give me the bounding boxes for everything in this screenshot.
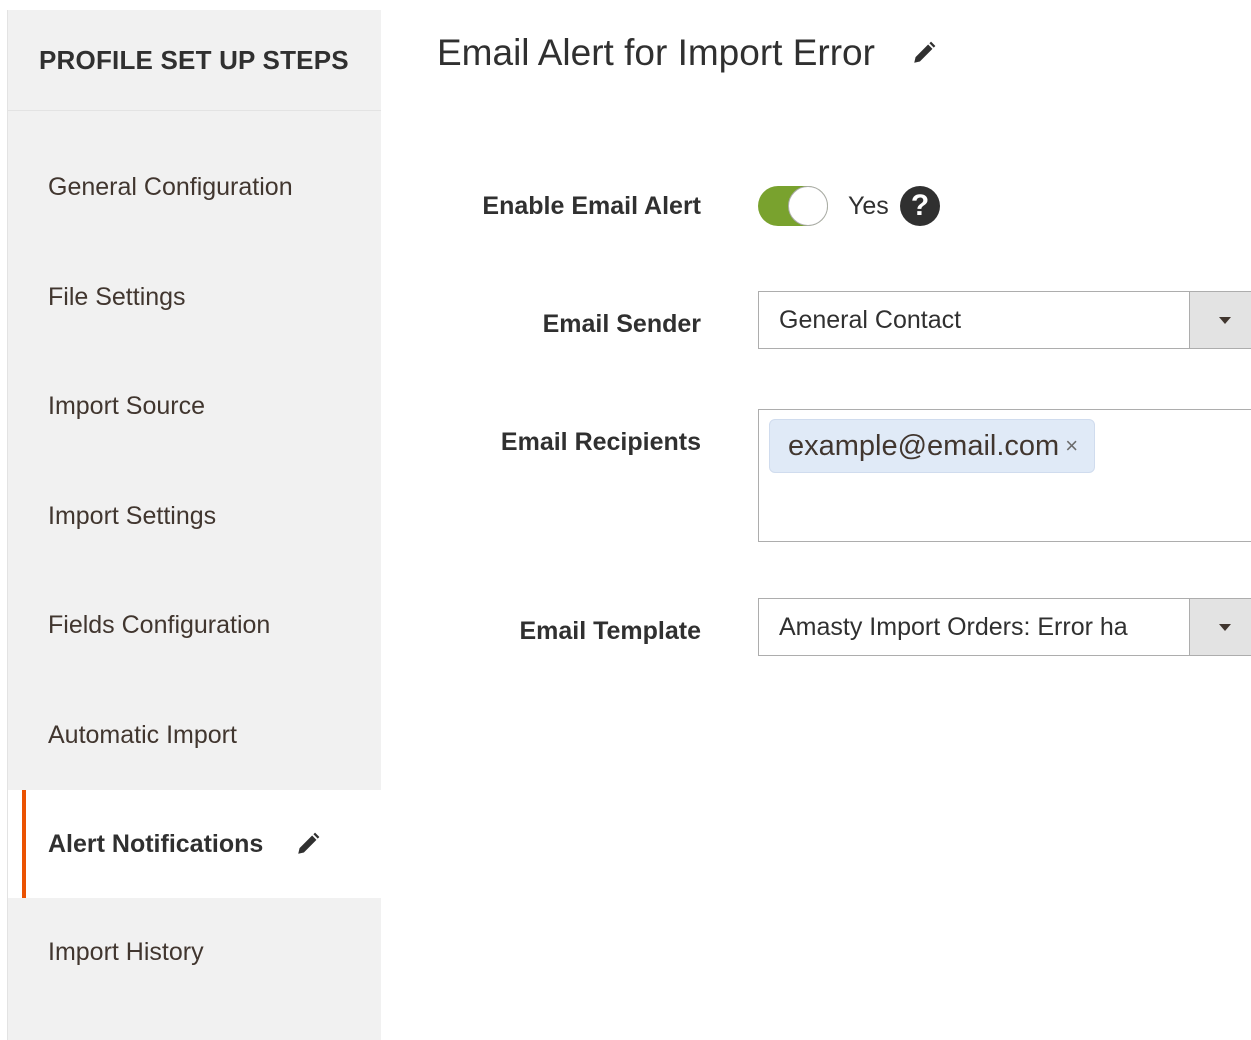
sidebar-item-label: File Settings (48, 282, 186, 311)
email-sender-value: General Contact (779, 305, 962, 334)
close-icon[interactable]: × (1065, 433, 1078, 459)
email-template-select[interactable]: Amasty Import Orders: Error ha (758, 598, 1251, 656)
sidebar-item-label: Import Source (48, 392, 206, 421)
steps-nav: General Configuration File Settings Impo… (8, 133, 381, 1008)
sidebar-item-import-settings[interactable]: Import Settings (8, 462, 381, 572)
sidebar-item-import-history[interactable]: Import History (8, 898, 381, 1008)
pencil-icon[interactable] (911, 40, 937, 66)
email-sender-select[interactable]: General Contact (758, 291, 1251, 349)
sidebar-item-label: Automatic Import (48, 720, 237, 749)
section-title-text: Email Alert for Import Error (437, 32, 875, 73)
sidebar-item-label: Import History (48, 938, 204, 967)
sidebar-title: PROFILE SET UP STEPS (8, 10, 381, 111)
email-template-label: Email Template (519, 617, 701, 645)
profile-steps-sidebar: PROFILE SET UP STEPS General Configurati… (7, 10, 381, 1040)
sidebar-item-general-configuration[interactable]: General Configuration (8, 133, 381, 243)
question-circle-icon[interactable]: ? (900, 186, 940, 226)
caret-down-icon (1219, 316, 1231, 324)
dropdown-button[interactable] (1189, 599, 1251, 655)
sidebar-item-label: General Configuration (48, 173, 293, 202)
sidebar-item-file-settings[interactable]: File Settings (8, 243, 381, 353)
email-recipients-label: Email Recipients (500, 428, 701, 456)
toggle-knob (788, 186, 828, 226)
email-template-value: Amasty Import Orders: Error ha (779, 612, 1128, 641)
enable-email-alert-toggle[interactable] (758, 186, 828, 226)
recipient-tag-text: example@email.com (788, 429, 1060, 462)
sidebar-item-automatic-import[interactable]: Automatic Import (8, 681, 381, 791)
caret-down-icon (1219, 623, 1231, 631)
toggle-value-label: Yes (848, 192, 889, 220)
sidebar-item-label: Alert Notifications (48, 829, 264, 858)
sidebar-item-fields-configuration[interactable]: Fields Configuration (8, 571, 381, 681)
sidebar-item-import-source[interactable]: Import Source (8, 352, 381, 462)
dropdown-button[interactable] (1189, 292, 1251, 348)
sidebar-item-alert-notifications[interactable]: Alert Notifications (8, 790, 381, 898)
enable-email-alert-label: Enable Email Alert (482, 192, 701, 220)
sidebar-item-label: Import Settings (48, 501, 217, 530)
recipient-tag: example@email.com × (769, 419, 1096, 473)
email-recipients-input[interactable]: example@email.com × (758, 409, 1251, 542)
sidebar-item-label: Fields Configuration (48, 611, 271, 640)
email-sender-label: Email Sender (542, 310, 701, 338)
section-title: Email Alert for Import Error (437, 32, 937, 74)
pencil-icon (295, 831, 321, 857)
